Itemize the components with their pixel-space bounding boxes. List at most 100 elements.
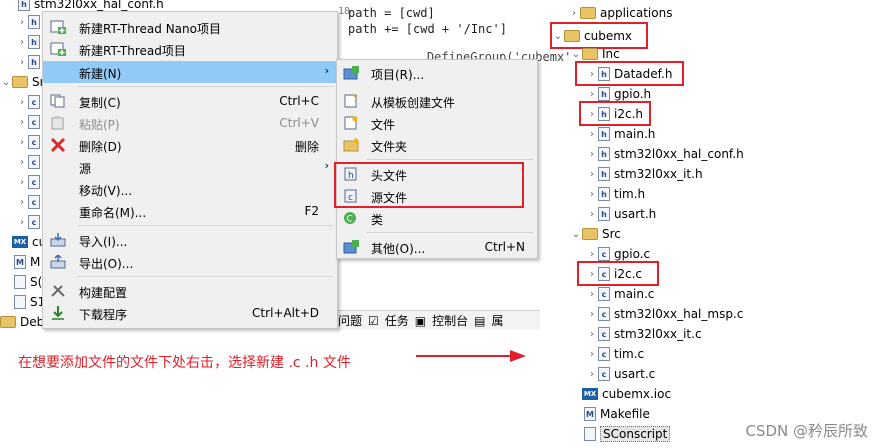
submenu-item-folder[interactable]: 文件夹 <box>337 134 537 156</box>
tree-row[interactable]: › c <box>16 192 44 212</box>
chevron-right-icon[interactable]: › <box>586 309 598 320</box>
template-file-icon <box>344 94 357 108</box>
chevron-right-icon[interactable]: › <box>586 169 598 180</box>
tree-row[interactable]: › c <box>16 132 44 152</box>
tree-row[interactable]: › c <box>16 92 44 112</box>
header-file-icon: h <box>598 127 610 141</box>
tree-row-file[interactable]: › h tim.h <box>586 184 645 204</box>
tab-tasks[interactable]: 任务 <box>385 312 409 329</box>
chevron-down-icon[interactable]: ⌄ <box>570 49 582 60</box>
chevron-right-icon[interactable]: › <box>586 249 598 260</box>
chevron-right-icon[interactable]: › <box>586 89 598 100</box>
header-file-icon: h <box>598 187 610 201</box>
tree-row-src[interactable]: ⌄ Src <box>570 224 621 244</box>
tree-label: stm32l0xx_hal_conf.h <box>614 147 744 161</box>
tree-row[interactable]: › c <box>16 212 44 232</box>
chevron-right-icon[interactable]: › <box>586 349 598 360</box>
chevron-right-icon[interactable]: › <box>586 289 598 300</box>
menu-item-export[interactable]: 导出(O)... <box>43 251 337 273</box>
annotation-box-header-source <box>334 162 524 208</box>
tree-row[interactable]: › h <box>16 12 44 32</box>
tree-row[interactable]: › h <box>16 52 44 72</box>
tab-console[interactable]: 控制台 <box>432 312 468 329</box>
submenu-item-project[interactable]: 项目(R)... <box>337 62 537 84</box>
chevron-right-icon[interactable]: › <box>16 17 28 28</box>
submenu-arrow-icon: › <box>324 64 329 77</box>
menu-item-move[interactable]: 移动(V)... <box>43 178 337 200</box>
tree-row[interactable]: › c <box>16 112 44 132</box>
menu-item-paste[interactable]: 粘贴(P) Ctrl+V <box>43 112 337 134</box>
tree-row-file[interactable]: › h stm32l0xx_hal_conf.h <box>586 144 744 164</box>
tree-row-ioc[interactable]: MX cubemx.ioc <box>582 384 671 404</box>
submenu-item-other[interactable]: 其他(O)... Ctrl+N <box>337 236 537 258</box>
submenu-item-file[interactable]: 文件 <box>337 112 537 134</box>
tree-row[interactable]: MM <box>14 252 40 272</box>
tree-row-file[interactable]: › h stm32l0xx_it.h <box>586 164 703 184</box>
tree-row-file[interactable]: › c stm32l0xx_hal_msp.c <box>586 304 743 324</box>
chevron-right-icon[interactable]: › <box>16 137 28 148</box>
tree-row-file[interactable]: › h main.h <box>586 124 655 144</box>
menu-item-download[interactable]: 下载程序 Ctrl+Alt+D <box>43 302 337 324</box>
chevron-down-icon[interactable]: ⌄ <box>0 77 12 88</box>
tree-row[interactable]: › c <box>16 152 44 172</box>
chevron-right-icon[interactable]: › <box>586 129 598 140</box>
new-submenu: 项目(R)... 从模板创建文件 文件 文件夹 h 头文件 c 源文件 C 类 … <box>336 59 538 259</box>
tree-row-file[interactable]: › c stm32l0xx_it.c <box>586 324 702 344</box>
tree-row-applications[interactable]: › applications <box>568 3 672 23</box>
chevron-right-icon[interactable]: › <box>586 209 598 220</box>
tab-problems[interactable]: 问题 <box>338 312 362 329</box>
menu-item-delete[interactable]: 删除(D) 删除 <box>43 134 337 156</box>
submenu-item-class[interactable]: C 类 <box>337 207 537 229</box>
chevron-right-icon[interactable]: › <box>586 369 598 380</box>
chevron-right-icon[interactable]: › <box>16 197 28 208</box>
chevron-right-icon[interactable]: › <box>568 8 580 19</box>
chevron-right-icon[interactable]: › <box>586 189 598 200</box>
menu-item-build-config[interactable]: 构建配置 <box>43 280 337 302</box>
menu-item-new-rt-thread-nano[interactable]: 新建RT-Thread Nano项目 <box>43 16 337 38</box>
chevron-right-icon[interactable]: › <box>16 57 28 68</box>
tree-row-file[interactable]: › h usart.h <box>586 204 656 224</box>
tree-row-file[interactable]: › c tim.c <box>586 344 644 364</box>
menu-item-import[interactable]: 导入(I)... <box>43 229 337 251</box>
new-project-icon <box>343 66 359 80</box>
tab-properties[interactable]: 属 <box>492 312 504 329</box>
file-icon <box>584 427 596 441</box>
tree-row[interactable]: › c <box>16 172 44 192</box>
menu-item-label: 源 <box>79 162 92 176</box>
chevron-right-icon[interactable]: › <box>16 117 28 128</box>
chevron-right-icon[interactable]: › <box>16 37 28 48</box>
tree-row-src[interactable]: ⌄ Sr <box>0 72 45 92</box>
menu-item-rename[interactable]: 重命名(M)... F2 <box>43 200 337 222</box>
chevron-right-icon[interactable]: › <box>16 217 28 228</box>
properties-icon: ▤ <box>474 313 486 328</box>
code-editor[interactable]: 18 path = [cwd] path += [cwd + '/Inc'] .… <box>338 0 571 64</box>
chevron-down-icon[interactable]: ⌄ <box>570 229 582 240</box>
tree-row[interactable]: › h <box>16 32 44 52</box>
tree-row-makefile[interactable]: M Makefile <box>584 404 650 424</box>
chevron-right-icon[interactable]: › <box>586 329 598 340</box>
menu-item-label: 粘贴(P) <box>79 118 120 132</box>
watermark: CSDN @矜辰所致 <box>745 422 868 440</box>
source-file-icon: c <box>28 135 40 149</box>
tree-row-file[interactable]: › c usart.c <box>586 364 655 384</box>
tree-label: stm32l0xx_hal_msp.c <box>614 307 744 321</box>
chevron-right-icon[interactable]: › <box>16 157 28 168</box>
chevron-right-icon[interactable]: › <box>16 97 28 108</box>
menu-item-new-rt-thread[interactable]: 新建RT-Thread项目 <box>43 38 337 60</box>
tree-row[interactable]: S1 <box>14 292 45 312</box>
submenu-item-shortcut: Ctrl+N <box>484 240 525 254</box>
menu-item-copy[interactable]: 复制(C) Ctrl+C <box>43 90 337 112</box>
tree-row[interactable]: S( <box>14 272 42 292</box>
chevron-right-icon[interactable]: › <box>586 149 598 160</box>
tree-row-sconscript[interactable]: SConscript <box>584 424 671 444</box>
menu-item-source[interactable]: 源 › <box>43 156 337 178</box>
folder-icon <box>0 316 16 328</box>
chevron-right-icon[interactable]: › <box>16 177 28 188</box>
menu-separator <box>77 276 333 277</box>
menu-item-new[interactable]: 新建(N) › <box>43 61 337 83</box>
submenu-item-from-template[interactable]: 从模板创建文件 <box>337 90 537 112</box>
tasks-icon: ☑ <box>368 313 379 328</box>
delete-icon <box>50 138 66 152</box>
tree-row-file[interactable]: › c main.c <box>586 284 654 304</box>
menu-item-label: 移动(V)... <box>79 184 133 198</box>
